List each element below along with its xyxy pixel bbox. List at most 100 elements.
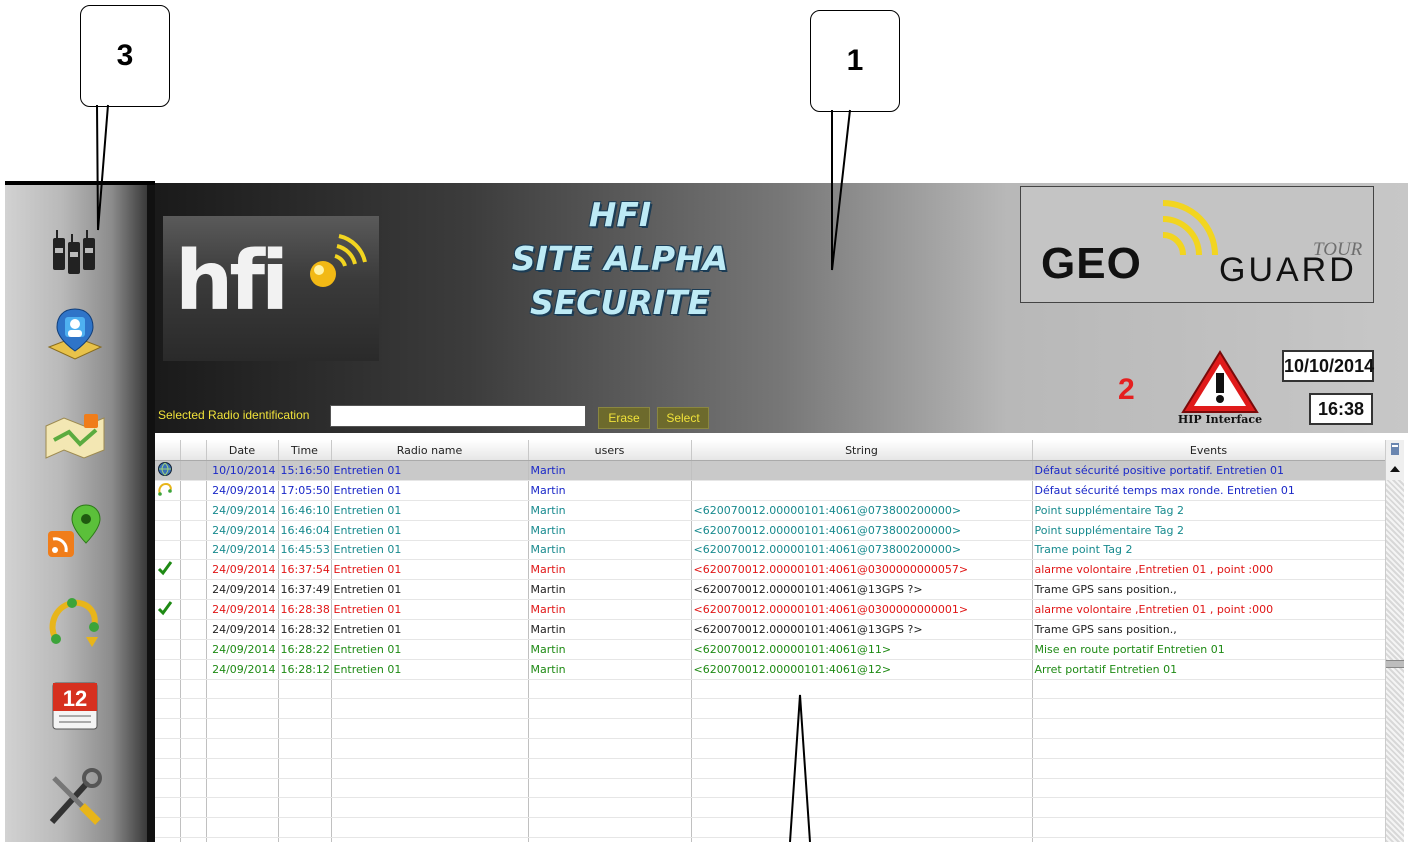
empty-cell [206, 698, 279, 720]
empty-row [155, 738, 1385, 759]
table-row[interactable]: 24/09/2014 16:37:54 Entretien 01 Martin <620… [155, 559, 1385, 581]
scroll-up-icon[interactable] [1388, 462, 1402, 476]
empty-cell [691, 698, 1033, 720]
cell-string: <620070012.00000101:4061@13GPS ?> [691, 579, 1033, 601]
callout-2: 2 [1118, 373, 1135, 406]
geoguard-geo-text: GEO [1041, 239, 1142, 288]
cell-time: 16:28:22 [278, 639, 332, 660]
cell-string [691, 480, 1033, 501]
empty-cell [180, 718, 207, 739]
empty-cell [1032, 738, 1385, 759]
cell-time: 17:05:50 [278, 480, 332, 501]
site-title: HFI SITE ALPHA SECURITE [455, 193, 785, 325]
empty-row [155, 778, 1385, 799]
table-row[interactable]: 24/09/2014 16:28:32 Entretien 01 Martin <620… [155, 619, 1385, 640]
calendar-day: 12 [63, 686, 87, 711]
cell-string: <620070012.00000101:4061@0300000000001> [691, 599, 1033, 621]
table-row[interactable]: 24/09/2014 16:46:10 Entretien 01 Martin <620… [155, 500, 1385, 521]
table-row[interactable]: 24/09/2014 16:45:53 Entretien 01 Martin <620… [155, 540, 1385, 561]
cell-string: <620070012.00000101:4061@073800200000> [691, 500, 1033, 521]
empty-cell [278, 758, 332, 779]
site-title-line-2: SITE ALPHA [511, 239, 729, 278]
empty-cell [1032, 758, 1385, 779]
cell-radio-name: Entretien 01 [331, 460, 529, 481]
cell-radio-name: Entretien 01 [331, 619, 529, 640]
scroll-track[interactable] [1386, 480, 1404, 842]
tools-button[interactable] [43, 767, 107, 831]
empty-cell [1032, 698, 1385, 720]
sidebar: 12 [5, 185, 147, 842]
cell-time: 16:37:54 [278, 559, 332, 581]
table-row[interactable]: 24/09/2014 16:28:22 Entretien 01 Martin <620… [155, 639, 1385, 660]
empty-cell [1032, 817, 1385, 838]
scroll-thumb[interactable] [1386, 660, 1404, 668]
erase-button[interactable]: Erase [598, 407, 650, 429]
empty-cell [691, 837, 1033, 842]
rss-pin-button[interactable] [43, 500, 107, 564]
cell-event: Trame GPS sans position., [1032, 619, 1385, 640]
cell-string: <620070012.00000101:4061@13GPS ?> [691, 619, 1033, 640]
tools-icon [49, 768, 102, 825]
calendar-button[interactable]: 12 [43, 673, 107, 737]
cell-event: Arret portatif Entretien 01 [1032, 659, 1385, 680]
col-header-time[interactable]: Time [278, 440, 332, 461]
cell-date: 24/09/2014 [206, 480, 279, 501]
cell-date: 10/10/2014 [206, 460, 279, 481]
cell-user: Martin [528, 460, 692, 481]
cell-time: 16:28:38 [278, 599, 332, 621]
cell-event: Défaut sécurité temps max ronde. Entreti… [1032, 480, 1385, 501]
table-row[interactable]: 24/09/2014 16:28:38 Entretien 01 Martin <620… [155, 599, 1385, 621]
cell-event: Défaut sécurité positive portatif. Entre… [1032, 460, 1385, 481]
table-row[interactable]: 24/09/2014 17:05:50 Entretien 01 Martin Défa… [155, 480, 1385, 501]
empty-cell [331, 817, 529, 838]
cell-event: Trame GPS sans position., [1032, 579, 1385, 601]
site-title-line-3: SECURITE [529, 283, 711, 322]
col-header-icon[interactable] [155, 440, 181, 461]
empty-cell [180, 738, 207, 759]
row-flag-cell [180, 619, 207, 640]
cell-string: <620070012.00000101:4061@0300000000057> [691, 559, 1033, 581]
col-header-date[interactable]: Date [206, 440, 279, 461]
empty-cell [528, 698, 692, 720]
empty-cell [528, 679, 692, 700]
calendar-icon: 12 [52, 682, 98, 730]
table-row[interactable]: 24/09/2014 16:28:12 Entretien 01 Martin <620… [155, 659, 1385, 680]
empty-cell [206, 837, 279, 842]
empty-cell [278, 817, 332, 838]
selected-radio-input[interactable] [330, 405, 586, 427]
empty-cell [278, 778, 332, 799]
empty-cell [278, 797, 332, 819]
grid-scrollbar[interactable] [1385, 440, 1404, 842]
cell-user: Martin [528, 540, 692, 561]
empty-cell [691, 758, 1033, 779]
hip-interface-button[interactable]: HIP Interface [1178, 349, 1262, 431]
column-chooser-icon[interactable] [1390, 442, 1400, 456]
table-row[interactable]: 24/09/2014 16:46:04 Entretien 01 Martin <620… [155, 520, 1385, 541]
route-button[interactable] [43, 590, 107, 654]
cell-date: 24/09/2014 [206, 639, 279, 660]
col-header-users[interactable]: users [528, 440, 692, 461]
cell-user: Martin [528, 579, 692, 601]
radios-button[interactable] [43, 220, 107, 284]
row-flag-cell [180, 599, 207, 621]
route-icon [49, 598, 99, 647]
map-feed-button[interactable] [43, 403, 107, 467]
col-header-events[interactable]: Events [1032, 440, 1385, 461]
cell-time: 16:45:53 [278, 540, 332, 561]
empty-cell [206, 679, 279, 700]
col-header-radio-name[interactable]: Radio name [331, 440, 529, 461]
empty-cell [691, 718, 1033, 739]
empty-cell [278, 837, 332, 842]
user-map-button[interactable] [43, 303, 107, 367]
check-icon [157, 561, 173, 576]
cell-event: Trame point Tag 2 [1032, 540, 1385, 561]
row-icon-cell [155, 460, 181, 481]
col-header-flag[interactable] [180, 440, 207, 461]
select-button[interactable]: Select [657, 407, 709, 429]
empty-cell [180, 797, 207, 819]
table-row[interactable]: 24/09/2014 16:37:49 Entretien 01 Martin <620… [155, 579, 1385, 601]
table-row[interactable]: 10/10/2014 15:16:50 Entretien 01 Martin Défa… [155, 460, 1385, 481]
col-header-string[interactable]: String [691, 440, 1033, 461]
empty-cell [691, 797, 1033, 819]
row-flag-cell [180, 480, 207, 501]
